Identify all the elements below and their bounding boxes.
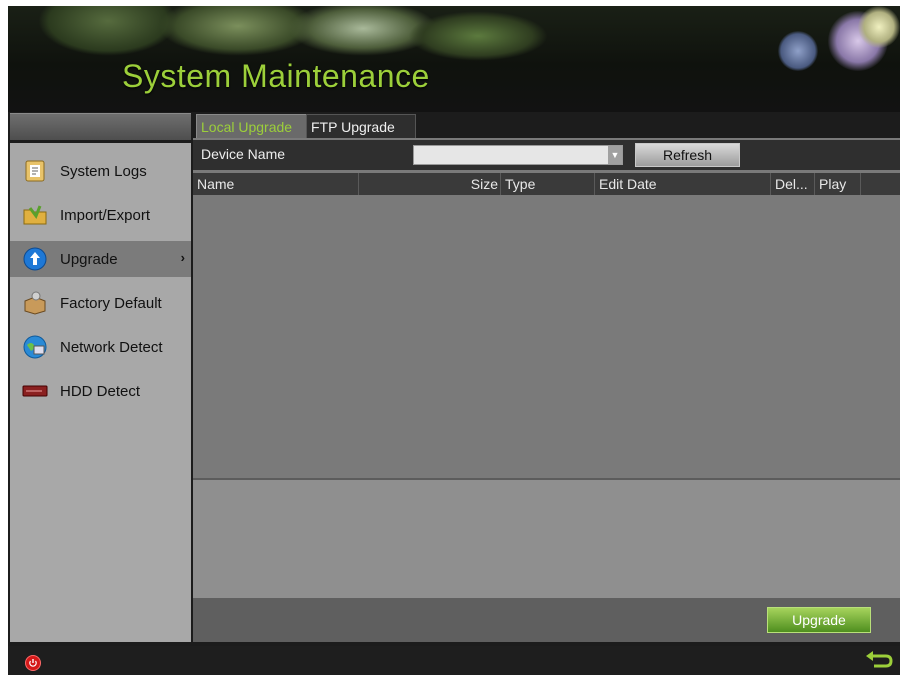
banner-foliage [38,6,178,56]
table-header: Name Size Type Edit Date Del... Play [193,173,900,195]
folder-icon [22,202,48,228]
tab-local-upgrade[interactable]: Local Upgrade [196,114,310,139]
banner-foliage [408,11,548,61]
back-arrow-icon[interactable] [864,650,894,672]
sidebar-item-label: Network Detect [60,338,163,356]
column-header-play[interactable]: Play [815,173,861,195]
column-header-name[interactable]: Name [197,173,359,195]
chevron-down-icon: ▼ [608,146,622,164]
box-icon [22,290,48,316]
device-name-select[interactable]: ▼ [413,145,623,165]
sidebar-item-label: Factory Default [60,294,162,312]
sidebar-item-label: Upgrade [60,250,118,268]
column-header-size[interactable]: Size [359,173,501,195]
sidebar-item-system-logs[interactable]: System Logs [10,153,191,189]
document-icon [22,158,48,184]
upgrade-arrow-icon [22,246,48,272]
column-header-type[interactable]: Type [501,173,595,195]
chevron-right-icon: › [180,250,185,265]
sidebar-item-import-export[interactable]: Import/Export [10,197,191,233]
sidebar-header [10,113,191,140]
power-icon[interactable] [25,655,41,671]
device-name-label: Device Name [201,146,286,162]
hdd-icon [22,378,48,404]
banner-bokeh [858,6,900,48]
sidebar-item-label: Import/Export [60,206,151,224]
header-banner: System Maintenance [8,6,900,112]
page-title: System Maintenance [122,58,430,94]
sidebar: System Logs Import/Export Upgrade › Fact… [10,143,191,642]
column-header-delete[interactable]: Del... [771,173,815,195]
column-header-edit-date[interactable]: Edit Date [595,173,771,195]
globe-icon [22,334,48,360]
upgrade-button[interactable]: Upgrade [767,607,871,633]
refresh-button[interactable]: Refresh [635,143,740,167]
banner-bokeh [778,31,818,71]
sidebar-item-upgrade[interactable]: Upgrade › [10,241,191,277]
sidebar-item-factory-default[interactable]: Factory Default [10,285,191,321]
tab-ftp-upgrade[interactable]: FTP Upgrade [306,114,416,139]
sidebar-item-hdd-detect[interactable]: HDD Detect [10,373,191,409]
sidebar-item-label: System Logs [60,162,147,180]
status-bar [8,646,900,675]
status-area [193,480,900,598]
file-list[interactable] [193,195,900,478]
sidebar-item-label: HDD Detect [60,382,141,400]
sidebar-item-network-detect[interactable]: Network Detect [10,329,191,365]
